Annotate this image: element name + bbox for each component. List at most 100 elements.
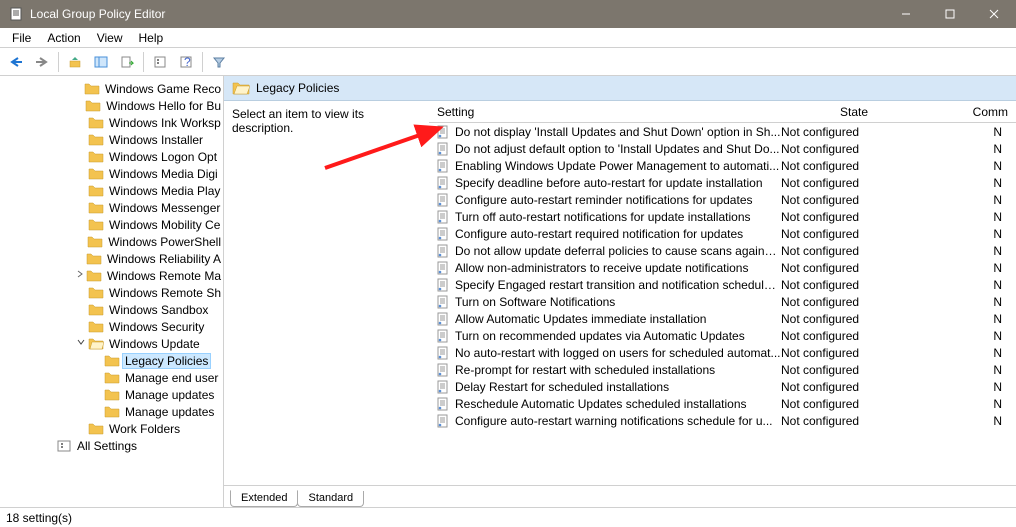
tree-item[interactable]: Manage updates — [0, 403, 223, 420]
menu-view[interactable]: View — [89, 29, 131, 47]
tree-item-label: Windows Reliability A — [105, 252, 223, 266]
row-comment: N — [931, 414, 1016, 428]
tree-item-label: Manage updates — [123, 388, 216, 402]
row-setting: No auto-restart with logged on users for… — [455, 346, 781, 360]
tree-item-label: Windows Remote Ma — [105, 269, 223, 283]
policy-icon — [435, 176, 451, 190]
folder-icon — [88, 422, 104, 436]
policy-icon — [435, 312, 451, 326]
policy-row[interactable]: Turn off auto-restart notifications for … — [429, 208, 1016, 225]
row-setting: Reschedule Automatic Updates scheduled i… — [455, 397, 781, 411]
tab-extended[interactable]: Extended — [230, 490, 298, 507]
policy-row[interactable]: No auto-restart with logged on users for… — [429, 344, 1016, 361]
tree-item[interactable]: Windows PowerShell — [0, 233, 223, 250]
menu-action[interactable]: Action — [39, 29, 88, 47]
folder-icon — [88, 286, 104, 300]
policy-row[interactable]: Turn on recommended updates via Automati… — [429, 327, 1016, 344]
col-comment[interactable]: Comm — [929, 105, 1016, 119]
row-state: Not configured — [781, 278, 931, 292]
row-comment: N — [931, 210, 1016, 224]
tree-pane[interactable]: Windows Game RecoWindows Hello for BuWin… — [0, 76, 224, 507]
properties-button[interactable] — [148, 51, 172, 73]
policy-row[interactable]: Specify Engaged restart transition and n… — [429, 276, 1016, 293]
chevron-down-icon[interactable] — [74, 338, 88, 349]
folder-icon — [88, 167, 104, 181]
tree-item[interactable]: Windows Hello for Bu — [0, 97, 223, 114]
show-hide-tree-button[interactable] — [89, 51, 113, 73]
tree-item[interactable]: Legacy Policies — [0, 352, 223, 369]
policy-row[interactable]: Do not allow update deferral policies to… — [429, 242, 1016, 259]
policy-row[interactable]: Do not display 'Install Updates and Shut… — [429, 123, 1016, 140]
row-state: Not configured — [781, 210, 931, 224]
back-button[interactable] — [4, 51, 28, 73]
tree-item-label: Manage end user — [123, 371, 220, 385]
window-title: Local Group Policy Editor — [30, 7, 884, 21]
row-setting: Do not adjust default option to 'Install… — [455, 142, 781, 156]
tree-item[interactable]: Windows Ink Worksp — [0, 114, 223, 131]
export-list-button[interactable] — [115, 51, 139, 73]
policy-row[interactable]: Configure auto-restart reminder notifica… — [429, 191, 1016, 208]
up-button[interactable] — [63, 51, 87, 73]
help-button[interactable]: ? — [174, 51, 198, 73]
main-pane: Legacy Policies Select an item to view i… — [224, 76, 1016, 507]
tree-item[interactable]: Windows Media Digi — [0, 165, 223, 182]
list-rows[interactable]: Do not display 'Install Updates and Shut… — [429, 123, 1016, 485]
row-state: Not configured — [781, 261, 931, 275]
policy-icon — [435, 142, 451, 156]
minimize-button[interactable] — [884, 0, 928, 28]
row-comment: N — [931, 329, 1016, 343]
tree-item[interactable]: Windows Reliability A — [0, 250, 223, 267]
policy-row[interactable]: Specify deadline before auto-restart for… — [429, 174, 1016, 191]
filter-button[interactable] — [207, 51, 231, 73]
tab-standard[interactable]: Standard — [297, 491, 364, 507]
forward-button[interactable] — [30, 51, 54, 73]
tree-item[interactable]: Windows Remote Ma — [0, 267, 223, 284]
tree-item[interactable]: Manage updates — [0, 386, 223, 403]
policy-row[interactable]: Do not adjust default option to 'Install… — [429, 140, 1016, 157]
menu-file[interactable]: File — [4, 29, 39, 47]
policy-icon — [435, 397, 451, 411]
policy-row[interactable]: Configure auto-restart required notifica… — [429, 225, 1016, 242]
col-setting[interactable]: Setting — [429, 105, 779, 119]
row-state: Not configured — [781, 397, 931, 411]
row-comment: N — [931, 312, 1016, 326]
tree-item[interactable]: Windows Installer — [0, 131, 223, 148]
tree-item[interactable]: Manage end user — [0, 369, 223, 386]
tree-item[interactable]: Windows Remote Sh — [0, 284, 223, 301]
view-tabs: ExtendedStandard — [224, 485, 1016, 507]
policy-row[interactable]: Reschedule Automatic Updates scheduled i… — [429, 395, 1016, 412]
tree-item[interactable]: Windows Logon Opt — [0, 148, 223, 165]
maximize-button[interactable] — [928, 0, 972, 28]
policy-row[interactable]: Allow Automatic Updates immediate instal… — [429, 310, 1016, 327]
tree-item-label: All Settings — [75, 439, 139, 453]
tree-item[interactable]: Windows Messenger — [0, 199, 223, 216]
policy-icon — [435, 244, 451, 258]
row-setting: Turn on recommended updates via Automati… — [455, 329, 781, 343]
chevron-right-icon[interactable] — [74, 270, 86, 281]
policy-row[interactable]: Allow non-administrators to receive upda… — [429, 259, 1016, 276]
tree-item[interactable]: Windows Game Reco — [0, 80, 223, 97]
row-comment: N — [931, 244, 1016, 258]
close-button[interactable] — [972, 0, 1016, 28]
tree-item[interactable]: All Settings — [0, 437, 223, 454]
tree-item[interactable]: Windows Media Play — [0, 182, 223, 199]
list-title: Legacy Policies — [256, 81, 339, 95]
row-comment: N — [931, 176, 1016, 190]
row-comment: N — [931, 397, 1016, 411]
tree-item[interactable]: Windows Update — [0, 335, 223, 352]
row-setting: Allow non-administrators to receive upda… — [455, 261, 781, 275]
policy-row[interactable]: Delay Restart for scheduled installation… — [429, 378, 1016, 395]
row-comment: N — [931, 363, 1016, 377]
tree-item[interactable]: Windows Sandbox — [0, 301, 223, 318]
tree-item[interactable]: Windows Mobility Ce — [0, 216, 223, 233]
policy-row[interactable]: Re-prompt for restart with scheduled ins… — [429, 361, 1016, 378]
menu-help[interactable]: Help — [131, 29, 172, 47]
row-state: Not configured — [781, 363, 931, 377]
row-comment: N — [931, 346, 1016, 360]
policy-row[interactable]: Turn on Software NotificationsNot config… — [429, 293, 1016, 310]
col-state[interactable]: State — [779, 105, 929, 119]
policy-row[interactable]: Enabling Windows Update Power Management… — [429, 157, 1016, 174]
tree-item[interactable]: Work Folders — [0, 420, 223, 437]
policy-row[interactable]: Configure auto-restart warning notificat… — [429, 412, 1016, 429]
tree-item[interactable]: Windows Security — [0, 318, 223, 335]
